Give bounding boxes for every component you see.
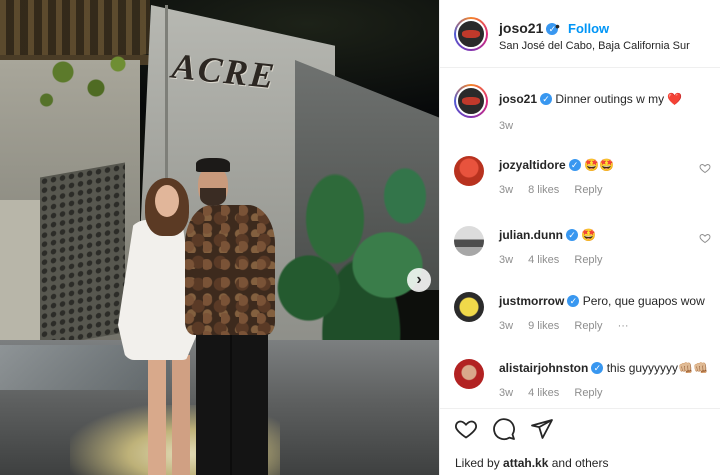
comment-more-options-icon[interactable]: ··· [618,320,629,332]
comment-age[interactable]: 3w [499,387,513,399]
man-pants [196,330,268,475]
comment-meta: 3w 8 likes Reply [499,184,615,196]
verified-badge-icon: ✓ [591,362,604,374]
comment-row: alistairjohnston ✓ this guyyyyyy👊🏼👊🏼 3w 4… [440,353,720,413]
woman-face [155,185,179,217]
left-pillar [0,200,40,340]
verified-badge-icon: ✓ [568,159,581,171]
post-location[interactable]: San José del Cabo, Baja California Sur [499,40,690,52]
verified-badge-icon: ✓ [540,93,553,105]
author-avatar-image [456,19,486,49]
comment-like-icon[interactable] [699,162,711,174]
post-actions-bar [440,413,720,445]
comment-likes[interactable]: 4 likes [528,254,559,266]
comment-likes[interactable]: 4 likes [528,387,559,399]
comment-text-row: alistairjohnston ✓ this guyyyyyy👊🏼👊🏼 [499,361,708,375]
paper-plane-icon[interactable] [530,417,554,441]
comment-meta: 3w 4 likes Reply [499,387,615,399]
caption-row: joso21 ✓ Dinner outings w my ❤️ 3w [440,80,720,140]
comment-row: julian.dunn ✓ 🤩 3w 4 likes Reply [440,220,720,280]
comment-text-row: justmorrow ✓ Pero, que guapos wow [499,294,705,308]
caption-avatar-image [456,86,486,116]
commenter-avatar[interactable] [454,292,484,322]
caption-text: Dinner outings w my ❤️ [555,92,683,106]
next-photo-button[interactable]: › [407,268,431,292]
commenter-avatar[interactable] [454,156,484,186]
verified-badge-icon: ✓ [566,229,578,241]
author-avatar[interactable] [454,17,488,51]
commenter-avatar[interactable] [454,359,484,389]
comment-age[interactable]: 3w [499,184,513,196]
author-username-row[interactable]: joso21 ✓ [499,20,559,36]
caption-avatar[interactable] [454,84,488,118]
comment-meta: 3w 4 likes Reply [499,254,615,266]
caption-username[interactable]: joso21 [499,92,537,106]
man-patterned-shirt [185,205,275,335]
comment-text-row: jozyaltidore ✓ 🤩🤩 [499,158,614,172]
comment-text: this guyyyyyy👊🏼👊🏼 [606,361,708,375]
header-separator: • [555,18,560,34]
comment-likes[interactable]: 9 likes [528,320,559,332]
comment-username[interactable]: justmorrow [499,294,564,308]
caption-age[interactable]: 3w [499,120,513,132]
liked-by-others[interactable]: and others [552,456,609,470]
comment-row: jozyaltidore ✓ 🤩🤩 3w 8 likes Reply [440,150,720,210]
comment-text-row: julian.dunn ✓ 🤩 [499,228,596,242]
comment-like-icon[interactable] [699,232,711,244]
caption-text-row: joso21 ✓ Dinner outings w my ❤️ [499,92,682,106]
comments-list[interactable]: joso21 ✓ Dinner outings w my ❤️ 3w jozyal… [440,68,720,408]
comment-row: justmorrow ✓ Pero, que guapos wow 3w 9 li… [440,286,720,346]
author-username[interactable]: joso21 [499,20,543,36]
comment-reply-button[interactable]: Reply [574,254,602,266]
man-beard [200,188,226,206]
follow-button[interactable]: Follow [568,21,609,36]
liked-by-prefix: Liked by [455,456,500,470]
comment-reply-button[interactable]: Reply [574,387,602,399]
comment-reply-button[interactable]: Reply [574,320,602,332]
comment-age[interactable]: 3w [499,320,513,332]
woman-legs [148,355,190,475]
comment-likes[interactable]: 8 likes [528,184,559,196]
actions-divider [440,408,720,409]
comment-icon[interactable] [492,417,516,441]
comment-meta: 3w 9 likes Reply ··· [499,320,641,332]
heart-outline-icon[interactable] [454,417,478,441]
liked-by-user[interactable]: attah.kk [503,456,548,470]
post-sidebar: joso21 ✓ • Follow San José del Cabo, Baja… [439,0,720,475]
lattice-screen [40,162,125,348]
comment-text: 🤩🤩 [584,158,614,172]
post-header: joso21 ✓ • Follow San José del Cabo, Baja… [440,0,720,68]
liked-by-line: Liked by attah.kk and others [455,456,608,470]
post-photo[interactable]: ACRE › [0,0,439,475]
hanging-vines [30,40,140,120]
man-hair [196,158,230,172]
comment-age[interactable]: 3w [499,254,513,266]
commenter-avatar[interactable] [454,226,484,256]
comment-text: Pero, que guapos wow [582,294,705,308]
comment-username[interactable]: alistairjohnston [499,361,588,375]
comment-text: 🤩 [581,228,597,242]
caption-meta: 3w [499,120,525,132]
verified-badge-icon: ✓ [567,295,580,307]
comment-reply-button[interactable]: Reply [574,184,602,196]
comment-username[interactable]: jozyaltidore [499,158,566,172]
comment-username[interactable]: julian.dunn [499,228,563,242]
